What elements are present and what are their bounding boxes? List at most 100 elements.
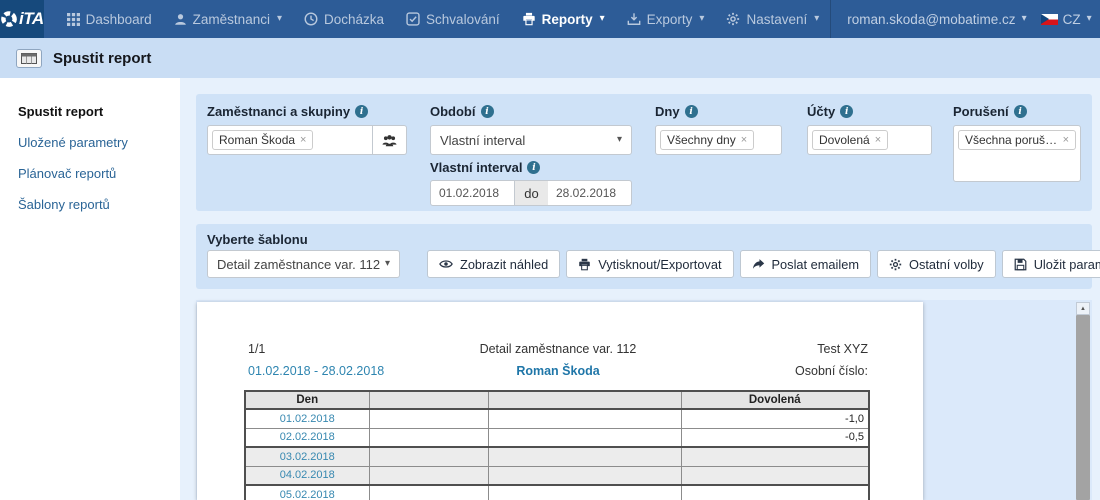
employee-chip: Roman Škoda × xyxy=(212,130,313,150)
report-employee: Roman Škoda xyxy=(453,364,664,378)
cell-empty xyxy=(488,466,681,485)
scrollbar-up-button[interactable]: ▲ xyxy=(1076,302,1090,315)
show-preview-button[interactable]: Zobrazit náhled xyxy=(427,250,560,278)
actions-row: Zobrazit náhled Vytisknout/Exportovat Po… xyxy=(427,250,1100,278)
period-value: Vlastní interval xyxy=(440,133,525,148)
cell-date: 04.02.2018 xyxy=(245,466,369,485)
cell-date: 05.02.2018 xyxy=(245,485,369,500)
info-icon[interactable]: i xyxy=(685,105,698,118)
violations-input[interactable]: Všechna porušení × xyxy=(953,125,1081,182)
date-to-input[interactable] xyxy=(548,180,632,206)
template-select[interactable]: Detail zaměstnance var. 112 (A4, ... ▾ xyxy=(207,250,400,278)
nav-item-nastaveni[interactable]: Nastavení ▾ xyxy=(715,0,830,38)
custom-interval-label: Vlastní interval xyxy=(430,160,522,175)
employees-label: Zaměstnanci a skupiny xyxy=(207,104,350,119)
col-header-den: Den xyxy=(245,391,369,409)
nav-label: Reporty xyxy=(542,12,593,27)
date-from-input[interactable] xyxy=(430,180,515,206)
cell-dovolena xyxy=(681,466,869,485)
main-content: Zaměstnanci a skupiny i Roman Škoda × Ob… xyxy=(180,78,1100,500)
cell-date: 03.02.2018 xyxy=(245,447,369,466)
table-row: 05.02.2018 xyxy=(245,485,869,500)
info-icon[interactable]: i xyxy=(527,161,540,174)
employees-input[interactable]: Roman Škoda × xyxy=(207,125,373,155)
nav-label: Exporty xyxy=(647,12,693,27)
report-personal-number-label: Osobní číslo: xyxy=(663,364,868,378)
chip-label: Roman Škoda xyxy=(219,133,295,147)
report-table: Den Dovolená 01.02.2018 -1,0 02.02.2018 … xyxy=(244,390,870,500)
nav-item-zamestnanci[interactable]: Zaměstnanci ▾ xyxy=(163,0,293,38)
report-company: Test XYZ xyxy=(663,342,868,356)
button-label: Poslat emailem xyxy=(772,257,859,272)
scrollbar-thumb[interactable] xyxy=(1076,315,1090,500)
sidebar-item-sablony-reportu[interactable]: Šablony reportů xyxy=(0,189,180,220)
nav-item-dochazka[interactable]: Docházka xyxy=(293,0,395,38)
nav-item-dashboard[interactable]: Dashboard xyxy=(56,0,163,38)
remove-icon[interactable]: × xyxy=(741,134,747,146)
sidebar-item-spustit-report[interactable]: Spustit report xyxy=(0,96,180,127)
days-filter: Dny i Všechny dny × xyxy=(655,104,782,155)
accounts-filter: Účty i Dovolená × xyxy=(807,104,932,155)
violations-label: Porušení xyxy=(953,104,1009,119)
accounts-input[interactable]: Dovolená × xyxy=(807,125,932,155)
button-label: Ostatní volby xyxy=(909,257,984,272)
days-label: Dny xyxy=(655,104,680,119)
user-menu[interactable]: roman.skoda@mobatime.cz ▾ xyxy=(847,12,1026,27)
template-panel: Vyberte šablonu Detail zaměstnance var. … xyxy=(196,224,1092,289)
logo-gear-icon xyxy=(0,10,18,28)
other-options-button[interactable]: Ostatní volby xyxy=(877,250,996,278)
info-icon[interactable]: i xyxy=(1014,105,1027,118)
period-select[interactable]: Vlastní interval ▾ xyxy=(430,125,632,155)
table-header-row: Den Dovolená xyxy=(245,391,869,409)
language-selector[interactable]: CZ ▾ xyxy=(1041,12,1092,27)
nav-label: Nastavení xyxy=(746,12,807,27)
remove-icon[interactable]: × xyxy=(300,134,306,146)
nav-item-reporty[interactable]: Reporty ▾ xyxy=(511,0,616,38)
sidebar-item-planovac-reportu[interactable]: Plánovač reportů xyxy=(0,158,180,189)
custom-interval-filter: Vlastní interval i do xyxy=(430,160,632,206)
export-icon xyxy=(627,12,641,26)
sidebar-item-ulozene-parametry[interactable]: Uložené parametry xyxy=(0,127,180,158)
chevron-down-icon: ▾ xyxy=(617,135,622,145)
info-icon[interactable]: i xyxy=(840,105,853,118)
chip-label: Dovolená xyxy=(819,133,870,147)
violations-filter: Porušení i Všechna porušení × xyxy=(953,104,1081,182)
info-icon[interactable]: i xyxy=(481,105,494,118)
chip-label: Všechna porušení xyxy=(965,133,1058,147)
send-email-button[interactable]: Poslat emailem xyxy=(740,250,871,278)
nav-label: Zaměstnanci xyxy=(193,12,270,27)
nav-label: Docházka xyxy=(324,12,384,27)
save-report-params-button[interactable]: Uložit parametry reportu xyxy=(1002,250,1100,278)
accounts-label: Účty xyxy=(807,104,835,119)
nav-item-schvalovani[interactable]: Schvalování xyxy=(395,0,511,38)
users-group-icon xyxy=(382,134,397,147)
cell-date: 02.02.2018 xyxy=(245,428,369,447)
chevron-down-icon: ▾ xyxy=(277,14,282,24)
app-logo[interactable]: iTA xyxy=(0,0,44,38)
cell-dovolena xyxy=(681,485,869,500)
period-label: Období xyxy=(430,104,476,119)
select-groups-button[interactable] xyxy=(373,125,407,155)
nav-item-exporty[interactable]: Exporty ▾ xyxy=(616,0,716,38)
cell-empty xyxy=(488,409,681,428)
remove-icon[interactable]: × xyxy=(1063,134,1069,146)
page-title: Spustit report xyxy=(53,50,151,67)
chevron-down-icon: ▾ xyxy=(600,14,605,24)
printer-icon xyxy=(578,258,591,271)
share-arrow-icon xyxy=(752,258,765,271)
cell-dovolena: -1,0 xyxy=(681,409,869,428)
remove-icon[interactable]: × xyxy=(875,134,881,146)
info-icon[interactable]: i xyxy=(355,105,368,118)
accounts-chip: Dovolená × xyxy=(812,130,888,150)
report-period: 01.02.2018 - 28.02.2018 xyxy=(248,364,453,378)
print-export-button[interactable]: Vytisknout/Exportovat xyxy=(566,250,733,278)
check-square-icon xyxy=(406,12,420,26)
cell-empty xyxy=(488,447,681,466)
days-input[interactable]: Všechny dny × xyxy=(655,125,782,155)
nav-label: Dashboard xyxy=(86,12,152,27)
col-header-2 xyxy=(369,391,488,409)
table-row: 02.02.2018 -0,5 xyxy=(245,428,869,447)
employees-filter: Zaměstnanci a skupiny i Roman Škoda × xyxy=(207,104,407,155)
grid-icon xyxy=(67,13,80,26)
report-preview-area: 1/1 Detail zaměstnance var. 112 Test XYZ… xyxy=(196,300,1092,500)
